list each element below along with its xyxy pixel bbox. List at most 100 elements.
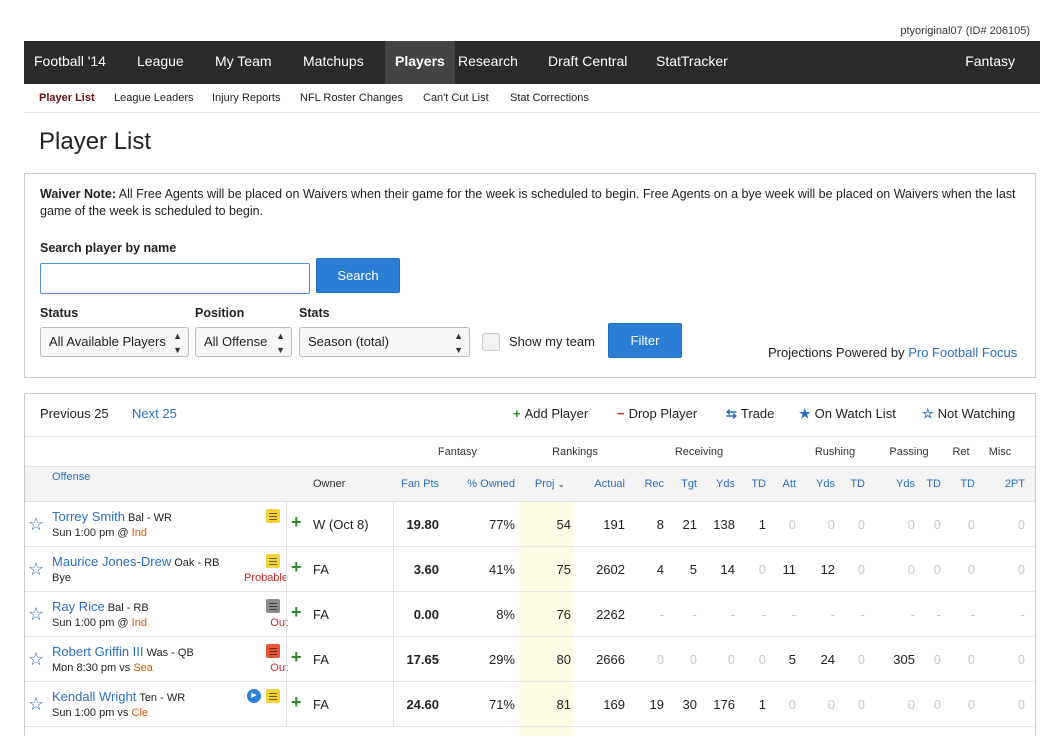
nav-item-matchups[interactable]: Matchups [293, 41, 374, 84]
column-header-td-12[interactable]: TD [844, 478, 865, 490]
player-note-icon[interactable] [266, 644, 280, 658]
column-header-td-15[interactable]: TD [957, 478, 975, 490]
column-header-owned-3[interactable]: % Owned [445, 478, 515, 490]
stat-cell: - [730, 607, 735, 622]
player-row: ☆ Ray Rice Bal - RB Sun 1:00 pm @ Ind Out + FA… [25, 592, 1035, 637]
column-header-yds-8[interactable]: Yds [705, 478, 735, 490]
nav-item-my-team[interactable]: My Team [205, 41, 282, 84]
legend-drop-player: − Drop Player [617, 406, 697, 421]
subnav-item-injury-reports[interactable]: Injury Reports [212, 92, 280, 104]
position-select[interactable]: All Offense ▲ ▼ [195, 327, 292, 357]
filled-star-icon: ★ [799, 406, 811, 421]
player-name-link[interactable]: Torrey Smith Bal - WR [52, 509, 172, 524]
player-game-info: Sun 1:00 pm @ Ind [52, 617, 147, 629]
nav-item-football-14[interactable]: Football '14 [24, 41, 116, 84]
add-player-icon[interactable]: + [291, 512, 302, 533]
add-player-icon[interactable]: + [291, 557, 302, 578]
column-header-actual-5[interactable]: Actual [577, 478, 625, 490]
subnav-item-can-t-cut-list[interactable]: Can't Cut List [423, 92, 489, 104]
stat-cell: - [936, 607, 941, 622]
nav-item-fantasy[interactable]: Fantasy [955, 41, 1025, 84]
waiver-note-label: Waiver Note: [40, 187, 116, 201]
column-header-proj-4[interactable]: Proj ⌄ [525, 478, 565, 490]
column-header-fan-pts-2[interactable]: Fan Pts [395, 478, 439, 490]
stat-cell: 0 [857, 562, 865, 577]
stat-cell: 8 [656, 517, 664, 532]
stat-cell: 138 [713, 517, 735, 532]
player-game-info: Sun 1:00 pm @ Ind [52, 527, 147, 539]
player-note-icon[interactable] [266, 599, 280, 613]
filter-button[interactable]: Filter [608, 323, 682, 358]
subnav-item-nfl-roster-changes[interactable]: NFL Roster Changes [300, 92, 403, 104]
player-note-icon[interactable] [266, 509, 280, 523]
column-header-tgt-7[interactable]: Tgt [673, 478, 697, 490]
video-play-icon[interactable]: ▶ [247, 689, 261, 703]
column-header-offense-0[interactable]: Offense [52, 471, 132, 483]
stat-cell: 0 [1017, 652, 1025, 667]
stat-cell: 0 [907, 562, 915, 577]
column-header-2pt-16[interactable]: 2PT [995, 478, 1025, 490]
next-page-link[interactable]: Next 25 [132, 406, 177, 421]
stat-cell: 29% [488, 652, 515, 667]
column-header-label: Offense [52, 471, 91, 483]
subnav-item-stat-corrections[interactable]: Stat Corrections [510, 92, 589, 104]
subnav-item-player-list[interactable]: Player List [39, 92, 95, 104]
column-group-rushing: Rushing [814, 446, 856, 458]
add-player-icon[interactable]: + [291, 692, 302, 713]
nav-item-research[interactable]: Research [448, 41, 528, 84]
nav-item-league[interactable]: League [127, 41, 194, 84]
nav-item-stattracker[interactable]: StatTracker [646, 41, 738, 84]
subnav-item-league-leaders[interactable]: League Leaders [114, 92, 194, 104]
sort-chevron-down-icon: ⌄ [557, 479, 565, 489]
pro-football-focus-link[interactable]: Pro Football Focus [908, 345, 1017, 360]
player-note-icon[interactable] [266, 689, 280, 703]
show-my-team-label[interactable]: Show my team [509, 334, 595, 349]
status-select-value: All Available Players [49, 334, 166, 349]
column-header-label: Att [782, 478, 796, 490]
stat-cell: - [830, 607, 835, 622]
stat-cell: 0 [933, 652, 941, 667]
nav-item-players[interactable]: Players [385, 41, 455, 84]
stat-cell: 0 [857, 517, 865, 532]
nav-item-draft-central[interactable]: Draft Central [538, 41, 637, 84]
watch-star-icon[interactable]: ☆ [28, 694, 44, 715]
column-header-rec-6[interactable]: Rec [642, 478, 664, 490]
column-header-td-14[interactable]: TD [923, 478, 941, 490]
column-header-label: Yds [816, 478, 835, 490]
stat-cell: 0 [788, 517, 796, 532]
column-group-misc: Misc [988, 446, 1012, 458]
column-header-yds-13[interactable]: Yds [887, 478, 915, 490]
column-header-att-10[interactable]: Att [779, 478, 796, 490]
search-input[interactable] [40, 263, 310, 294]
stats-label: Stats [299, 306, 330, 320]
column-group-ret: Ret [952, 446, 970, 458]
column-header-td-9[interactable]: TD [749, 478, 766, 490]
column-group-receiving: Receiving [674, 446, 724, 458]
legend-not-watching-label: Not Watching [937, 406, 1016, 421]
watch-star-icon[interactable]: ☆ [28, 559, 44, 580]
column-header-yds-11[interactable]: Yds [809, 478, 835, 490]
stat-cell: 0 [907, 697, 915, 712]
waiver-note-text: All Free Agents will be placed on Waiver… [40, 187, 1016, 218]
column-header-label: TD [751, 478, 766, 490]
player-name-link[interactable]: Kendall Wright Ten - WR [52, 689, 185, 704]
show-my-team-checkbox[interactable] [482, 333, 500, 351]
add-player-icon[interactable]: + [291, 602, 302, 623]
stat-cell: 77% [488, 517, 515, 532]
stat-cell: 0 [1017, 517, 1025, 532]
stat-cell: 0 [967, 517, 975, 532]
status-select[interactable]: All Available Players ▲ ▼ [40, 327, 189, 357]
watch-star-icon[interactable]: ☆ [28, 649, 44, 670]
stats-select[interactable]: Season (total) ▲ ▼ [299, 327, 470, 357]
previous-page-link[interactable]: Previous 25 [40, 406, 109, 421]
player-name-link[interactable]: Robert Griffin III Was - QB [52, 644, 194, 659]
player-name-link[interactable]: Ray Rice Bal - RB [52, 599, 149, 614]
player-note-icon[interactable] [266, 554, 280, 568]
stat-cell: - [659, 607, 664, 622]
add-player-icon[interactable]: + [291, 647, 302, 668]
search-button[interactable]: Search [316, 258, 400, 293]
watch-star-icon[interactable]: ☆ [28, 604, 44, 625]
stat-cell: 0 [758, 652, 766, 667]
watch-star-icon[interactable]: ☆ [28, 514, 44, 535]
player-name-link[interactable]: Maurice Jones-Drew Oak - RB [52, 554, 219, 569]
